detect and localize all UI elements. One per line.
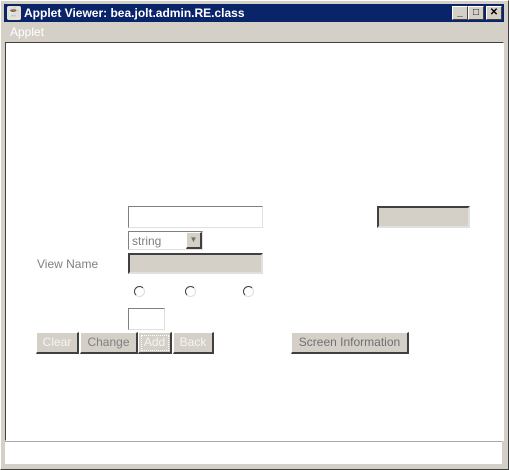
small-input[interactable] bbox=[128, 308, 165, 330]
window-title: Applet Viewer: bea.jolt.admin.RE.class bbox=[24, 6, 245, 20]
radio-option-3[interactable] bbox=[243, 286, 254, 297]
view-name-field bbox=[128, 253, 263, 274]
view-name-label: View Name bbox=[37, 257, 99, 271]
type-select[interactable]: string ▼ bbox=[128, 231, 203, 250]
type-select-value: string bbox=[132, 234, 162, 248]
back-button[interactable]: Back bbox=[173, 332, 214, 354]
add-button[interactable]: Add bbox=[138, 332, 172, 354]
readonly-field bbox=[377, 206, 470, 228]
radio-option-1[interactable] bbox=[134, 286, 145, 297]
java-icon: ☕ bbox=[7, 6, 21, 20]
name-input[interactable] bbox=[128, 206, 263, 228]
title-bar: ☕ Applet Viewer: bea.jolt.admin.RE.class… bbox=[4, 4, 504, 22]
applet-panel bbox=[5, 42, 504, 441]
chevron-down-icon[interactable]: ▼ bbox=[186, 232, 202, 249]
maximize-button[interactable]: □ bbox=[468, 6, 484, 20]
screen-information-button[interactable]: Screen Information bbox=[291, 332, 409, 354]
minimize-button[interactable]: _ bbox=[452, 6, 468, 20]
status-bar bbox=[5, 441, 502, 464]
clear-button[interactable]: Clear bbox=[36, 332, 79, 354]
close-button[interactable]: ✕ bbox=[486, 6, 502, 20]
change-button[interactable]: Change bbox=[80, 332, 138, 354]
menu-applet[interactable]: Applet bbox=[10, 25, 44, 39]
radio-option-2[interactable] bbox=[185, 286, 196, 297]
